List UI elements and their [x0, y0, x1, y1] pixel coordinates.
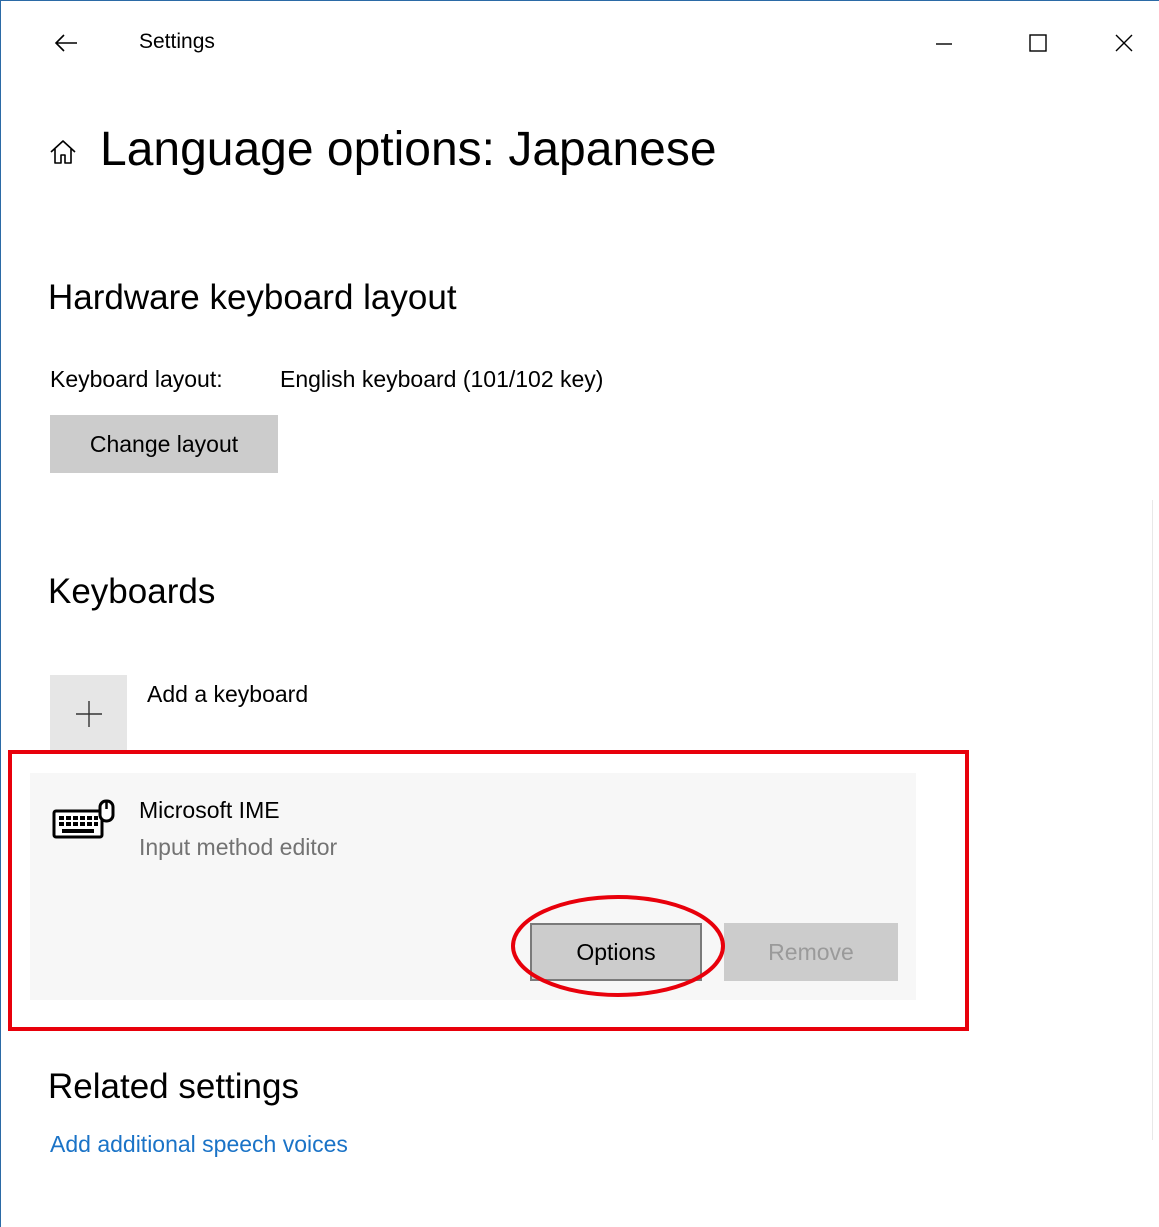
keyboard-layout-value: English keyboard (101/102 key)	[280, 366, 604, 392]
back-arrow-icon	[54, 34, 77, 52]
plus-icon	[75, 700, 102, 727]
close-icon	[1115, 34, 1133, 52]
home-icon[interactable]	[48, 137, 78, 167]
page-title: Language options: Japanese	[100, 123, 717, 176]
keyboard-icon	[52, 799, 115, 839]
app-title: Settings	[139, 30, 215, 53]
window-frame	[0, 0, 1159, 1227]
minimize-icon	[936, 43, 952, 45]
keyboard-layout-row: Keyboard layout: English keyboard (101/10…	[50, 366, 603, 393]
keyboard-item-name: Microsoft IME	[139, 797, 280, 823]
close-button[interactable]	[1094, 18, 1154, 68]
options-button[interactable]: Options	[530, 923, 702, 981]
scrollbar-track[interactable]	[1152, 500, 1153, 1140]
keyboard-item-description: Input method editor	[139, 834, 338, 860]
keyboard-list-item[interactable]: Microsoft IME Input method editor Option…	[30, 773, 916, 1000]
maximize-icon	[1029, 34, 1047, 52]
add-keyboard-tile[interactable]	[50, 675, 127, 752]
keyboard-layout-label: Keyboard layout:	[50, 366, 223, 392]
change-layout-button[interactable]: Change layout	[50, 415, 278, 473]
minimize-button[interactable]	[914, 18, 974, 68]
page-header: Language options: Japanese	[48, 120, 717, 180]
add-keyboard-label: Add a keyboard	[147, 681, 309, 707]
remove-button[interactable]: Remove	[724, 923, 898, 981]
back-button[interactable]	[40, 18, 92, 68]
maximize-button[interactable]	[1008, 18, 1068, 68]
keyboards-section-title: Keyboards	[48, 572, 216, 611]
hardware-keyboard-section-title: Hardware keyboard layout	[48, 278, 457, 317]
add-keyboard-button[interactable]: Add a keyboard	[50, 675, 308, 752]
related-settings-section-title: Related settings	[48, 1067, 299, 1106]
title-bar: Settings	[0, 0, 1159, 86]
add-speech-voices-link[interactable]: Add additional speech voices	[50, 1131, 348, 1158]
